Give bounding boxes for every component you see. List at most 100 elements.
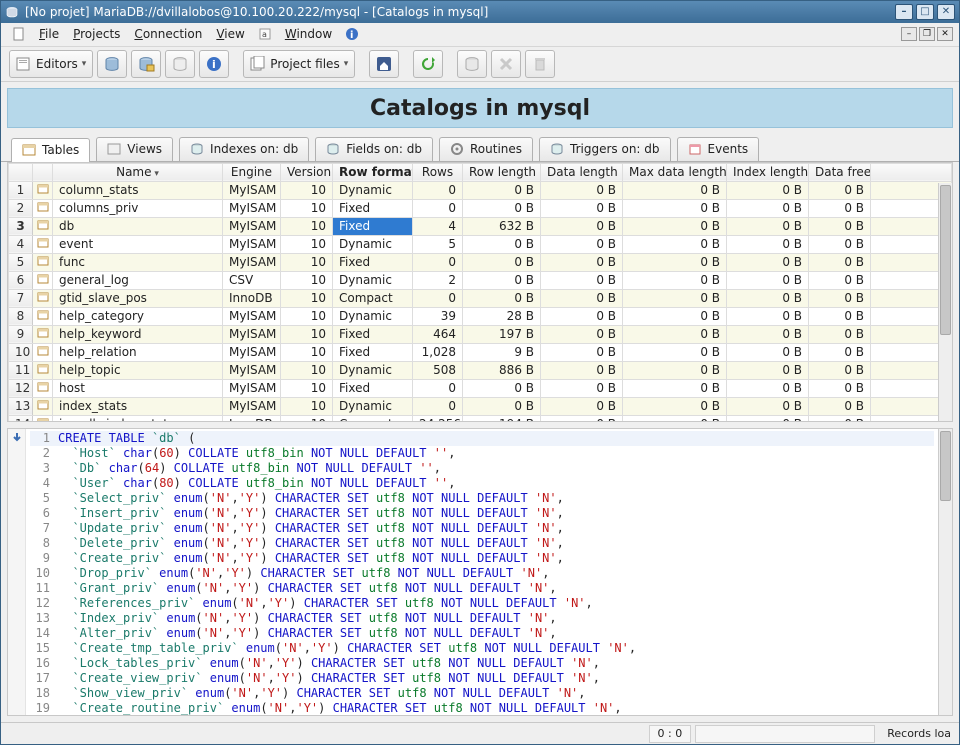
- sql-line[interactable]: 8 `Delete_priv` enum('N','Y') CHARACTER …: [30, 536, 934, 551]
- cell-version[interactable]: 10: [281, 181, 333, 199]
- cell-indexlength[interactable]: 0 B: [727, 217, 809, 235]
- cell-rowformat[interactable]: Compact: [333, 415, 413, 422]
- cell-datalength[interactable]: 0 B: [541, 181, 623, 199]
- cell-datafree[interactable]: 0 B: [809, 325, 871, 343]
- sql-line[interactable]: 15 `Create_tmp_table_priv` enum('N','Y')…: [30, 641, 934, 656]
- cell-rowlength[interactable]: 0 B: [463, 199, 541, 217]
- new-icon[interactable]: [11, 26, 27, 42]
- help-icon[interactable]: i: [344, 26, 360, 42]
- cell-name[interactable]: innodb_index_stats: [53, 415, 223, 422]
- cell-datafree[interactable]: 0 B: [809, 379, 871, 397]
- cell-rowlength[interactable]: 0 B: [463, 253, 541, 271]
- cell-datalength[interactable]: 0 B: [541, 361, 623, 379]
- sql-line[interactable]: 5 `Select_priv` enum('N','Y') CHARACTER …: [30, 491, 934, 506]
- tab-events[interactable]: Events: [677, 137, 760, 161]
- cell-version[interactable]: 10: [281, 199, 333, 217]
- cell-rowformat[interactable]: Dynamic: [333, 235, 413, 253]
- cell-engine[interactable]: MyISAM: [223, 235, 281, 253]
- cell-datafree[interactable]: 0 B: [809, 271, 871, 289]
- cell-rowlength[interactable]: 886 B: [463, 361, 541, 379]
- row-number[interactable]: 13: [9, 397, 33, 415]
- table-row[interactable]: 4eventMyISAM10Dynamic50 B0 B0 B0 B0 B: [9, 235, 952, 253]
- cell-name[interactable]: db: [53, 217, 223, 235]
- tab-triggers[interactable]: Triggers on: db: [539, 137, 671, 161]
- sql-line[interactable]: 2 `Host` char(60) COLLATE utf8_bin NOT N…: [30, 446, 934, 461]
- sql-line[interactable]: 6 `Insert_priv` enum('N','Y') CHARACTER …: [30, 506, 934, 521]
- row-number[interactable]: 8: [9, 307, 33, 325]
- cell-engine[interactable]: MyISAM: [223, 181, 281, 199]
- cell-datafree[interactable]: 0 B: [809, 343, 871, 361]
- cell-indexlength[interactable]: 0 B: [727, 343, 809, 361]
- cell-indexlength[interactable]: 0 B: [727, 379, 809, 397]
- table-row[interactable]: 9help_keywordMyISAM10Fixed464197 B0 B0 B…: [9, 325, 952, 343]
- cell-rowlength[interactable]: 0 B: [463, 271, 541, 289]
- cell-rowformat[interactable]: Fixed: [333, 217, 413, 235]
- row-number[interactable]: 7: [9, 289, 33, 307]
- cell-maxdatalength[interactable]: 0 B: [623, 397, 727, 415]
- cell-name[interactable]: help_topic: [53, 361, 223, 379]
- cell-datalength[interactable]: 0 B: [541, 199, 623, 217]
- window-close-button[interactable]: ✕: [937, 4, 955, 20]
- cell-rows[interactable]: 4: [413, 217, 463, 235]
- cell-rows[interactable]: 5: [413, 235, 463, 253]
- table-row[interactable]: 12hostMyISAM10Fixed00 B0 B0 B0 B0 B: [9, 379, 952, 397]
- tables-grid[interactable]: Name Engine Version Row format Rows Row …: [7, 162, 953, 422]
- cell-rowlength[interactable]: 194 B: [463, 415, 541, 422]
- cell-rows[interactable]: 2: [413, 271, 463, 289]
- cell-maxdatalength[interactable]: 0 B: [623, 181, 727, 199]
- cell-rowformat[interactable]: Fixed: [333, 253, 413, 271]
- cell-rowlength[interactable]: 0 B: [463, 235, 541, 253]
- table-row[interactable]: 2columns_privMyISAM10Fixed00 B0 B0 B0 B0…: [9, 199, 952, 217]
- cell-rowformat[interactable]: Fixed: [333, 325, 413, 343]
- cell-datafree[interactable]: 0 B: [809, 217, 871, 235]
- row-number[interactable]: 9: [9, 325, 33, 343]
- row-number[interactable]: 14: [9, 415, 33, 422]
- row-number[interactable]: 12: [9, 379, 33, 397]
- cell-engine[interactable]: MyISAM: [223, 343, 281, 361]
- tab-indexes[interactable]: Indexes on: db: [179, 137, 309, 161]
- cell-version[interactable]: 10: [281, 415, 333, 422]
- table-row[interactable]: 1column_statsMyISAM10Dynamic00 B0 B0 B0 …: [9, 181, 952, 199]
- table-row[interactable]: 5funcMyISAM10Fixed00 B0 B0 B0 B0 B: [9, 253, 952, 271]
- cell-datafree[interactable]: 0 B: [809, 289, 871, 307]
- cell-indexlength[interactable]: 0 B: [727, 253, 809, 271]
- sql-line[interactable]: 9 `Create_priv` enum('N','Y') CHARACTER …: [30, 551, 934, 566]
- sql-line[interactable]: 7 `Update_priv` enum('N','Y') CHARACTER …: [30, 521, 934, 536]
- cell-maxdatalength[interactable]: 0 B: [623, 271, 727, 289]
- cell-maxdatalength[interactable]: 0 B: [623, 379, 727, 397]
- cell-rowformat[interactable]: Fixed: [333, 343, 413, 361]
- menu-window[interactable]: Window: [279, 25, 338, 43]
- cell-indexlength[interactable]: 0 B: [727, 361, 809, 379]
- cell-engine[interactable]: MyISAM: [223, 307, 281, 325]
- cell-rows[interactable]: 0: [413, 253, 463, 271]
- cell-rows[interactable]: 508: [413, 361, 463, 379]
- sql-line[interactable]: 3 `Db` char(64) COLLATE utf8_bin NOT NUL…: [30, 461, 934, 476]
- row-number[interactable]: 5: [9, 253, 33, 271]
- cell-rowlength[interactable]: 632 B: [463, 217, 541, 235]
- cell-version[interactable]: 10: [281, 397, 333, 415]
- cell-maxdatalength[interactable]: 0 B: [623, 361, 727, 379]
- menu-view[interactable]: View: [210, 25, 250, 43]
- cell-rows[interactable]: 0: [413, 289, 463, 307]
- cell-datafree[interactable]: 0 B: [809, 397, 871, 415]
- cell-name[interactable]: column_stats: [53, 181, 223, 199]
- col-rowformat[interactable]: Row format: [333, 163, 413, 181]
- cell-rowformat[interactable]: Compact: [333, 289, 413, 307]
- cell-datalength[interactable]: 0 B: [541, 343, 623, 361]
- cell-datalength[interactable]: 0 B: [541, 271, 623, 289]
- cell-datalength[interactable]: 0 B: [541, 415, 623, 422]
- cell-datalength[interactable]: 0 B: [541, 235, 623, 253]
- cell-rowlength[interactable]: 0 B: [463, 289, 541, 307]
- row-number[interactable]: 4: [9, 235, 33, 253]
- cell-name[interactable]: index_stats: [53, 397, 223, 415]
- cell-version[interactable]: 10: [281, 235, 333, 253]
- col-rows[interactable]: Rows: [413, 163, 463, 181]
- cell-indexlength[interactable]: 0 B: [727, 181, 809, 199]
- cell-datafree[interactable]: 0 B: [809, 415, 871, 422]
- cell-datalength[interactable]: 0 B: [541, 289, 623, 307]
- table-row[interactable]: 13index_statsMyISAM10Dynamic00 B0 B0 B0 …: [9, 397, 952, 415]
- cell-version[interactable]: 10: [281, 253, 333, 271]
- cell-rowformat[interactable]: Dynamic: [333, 307, 413, 325]
- col-version[interactable]: Version: [281, 163, 333, 181]
- cell-maxdatalength[interactable]: 0 B: [623, 217, 727, 235]
